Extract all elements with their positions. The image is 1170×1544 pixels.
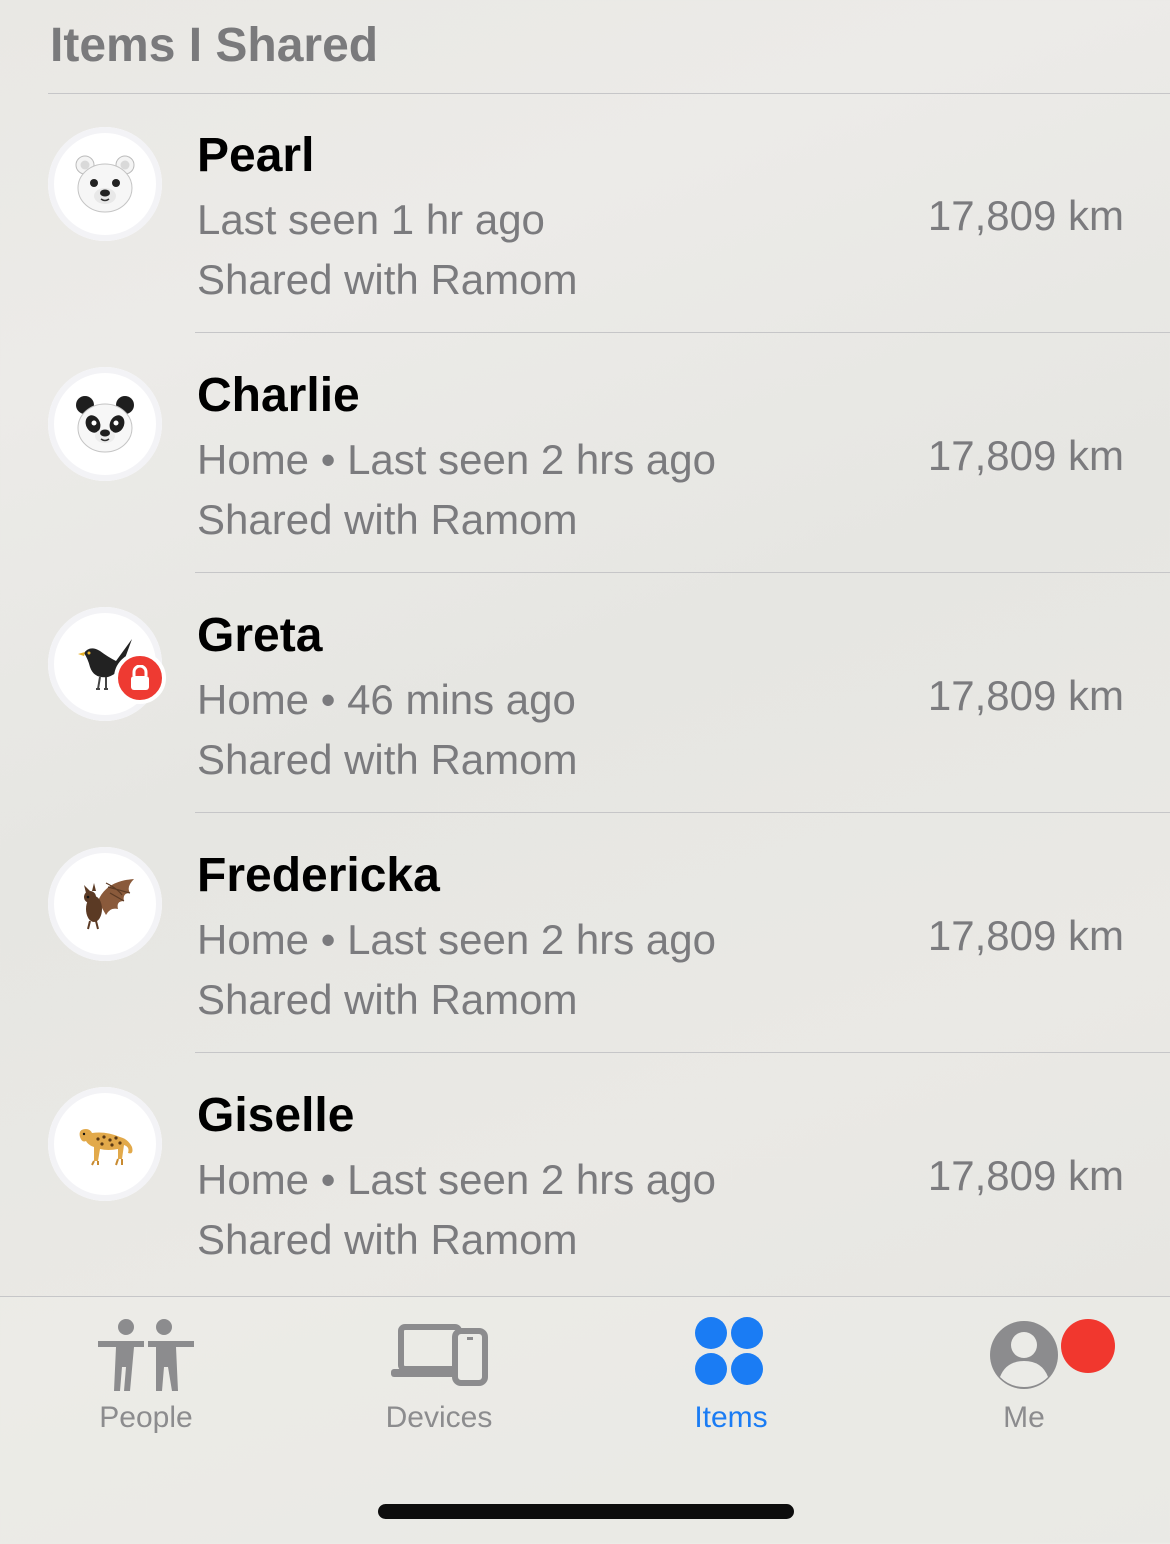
item-row-giselle[interactable]: Giselle Home • Last seen 2 hrs ago Share…	[0, 1054, 1170, 1294]
lock-badge-icon	[114, 652, 166, 704]
polar-bear-icon	[75, 155, 135, 213]
tab-label: Me	[1003, 1401, 1045, 1434]
item-last-seen: Home • 46 mins ago	[197, 676, 576, 723]
tab-devices[interactable]: Devices	[339, 1313, 539, 1435]
tab-items[interactable]: Items	[631, 1313, 831, 1435]
item-distance: 17,809 km	[927, 1152, 1124, 1199]
item-distance: 17,809 km	[927, 192, 1124, 239]
notification-badge	[1061, 1319, 1115, 1373]
item-avatar	[48, 847, 162, 961]
item-distance: 17,809 km	[927, 672, 1124, 719]
home-indicator	[378, 1504, 794, 1519]
item-shared-with: Shared with Ramom	[197, 496, 578, 543]
item-name: Greta	[197, 609, 323, 662]
item-shared-with: Shared with Ramom	[197, 976, 578, 1023]
tab-me[interactable]: Me	[924, 1313, 1124, 1435]
item-avatar	[48, 1087, 162, 1201]
item-avatar	[48, 127, 162, 241]
item-last-seen: Last seen 1 hr ago	[197, 196, 545, 243]
item-distance: 17,809 km	[927, 912, 1124, 959]
item-distance: 17,809 km	[927, 432, 1124, 479]
row-divider	[195, 332, 1170, 333]
section-title: Items I Shared	[50, 19, 379, 72]
tab-people[interactable]: People	[46, 1313, 246, 1435]
item-shared-with: Shared with Ramom	[197, 1216, 578, 1263]
item-shared-with: Shared with Ramom	[197, 256, 578, 303]
row-divider	[195, 572, 1170, 573]
items-list: Pearl Last seen 1 hr ago Shared with Ram…	[0, 94, 1170, 1294]
item-avatar	[48, 367, 162, 481]
item-last-seen: Home • Last seen 2 hrs ago	[197, 1156, 716, 1203]
tab-label: Devices	[385, 1401, 493, 1434]
panda-icon	[76, 396, 134, 453]
item-row-charlie[interactable]: Charlie Home • Last seen 2 hrs ago Share…	[0, 334, 1170, 574]
item-last-seen: Home • Last seen 2 hrs ago	[197, 916, 716, 963]
devices-icon	[391, 1324, 488, 1386]
bat-icon	[84, 879, 134, 930]
leopard-icon	[79, 1129, 133, 1166]
tab-label: People	[99, 1401, 193, 1434]
item-name: Giselle	[197, 1089, 355, 1142]
items-icon	[695, 1317, 763, 1385]
item-name: Charlie	[197, 369, 360, 422]
item-row-fredericka[interactable]: Fredericka Home • Last seen 2 hrs ago Sh…	[0, 814, 1170, 1054]
item-row-pearl[interactable]: Pearl Last seen 1 hr ago Shared with Ram…	[0, 94, 1170, 334]
row-divider	[195, 1052, 1170, 1053]
item-name: Pearl	[197, 129, 315, 182]
row-divider	[195, 812, 1170, 813]
item-name: Fredericka	[197, 849, 440, 902]
tab-label: Items	[694, 1401, 768, 1434]
item-last-seen: Home • Last seen 2 hrs ago	[197, 436, 716, 483]
item-row-greta[interactable]: Greta Home • 46 mins ago Shared with Ram…	[0, 574, 1170, 814]
me-icon	[990, 1321, 1058, 1389]
item-shared-with: Shared with Ramom	[197, 736, 578, 783]
people-icon	[98, 1319, 194, 1391]
